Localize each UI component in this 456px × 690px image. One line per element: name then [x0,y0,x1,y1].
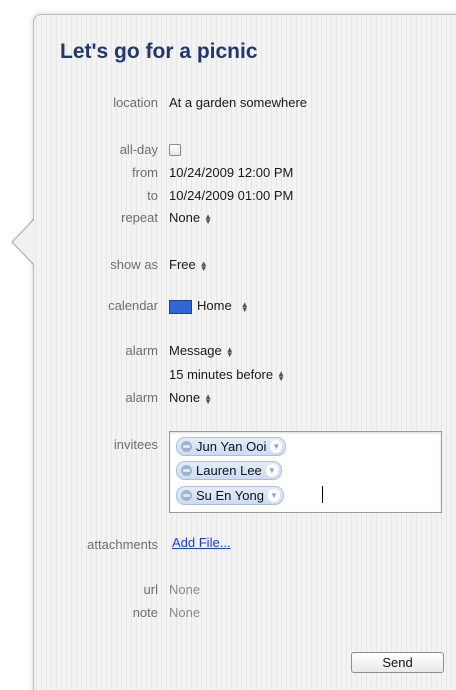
invitees-field[interactable]: Jun Yan Ooi ▼ Lauren Lee ▼ Su En Yong ▼ [169,431,442,513]
up-down-chevron-icon: ▲ ▼ [240,299,249,314]
up-down-chevron-icon: ▲ ▼ [277,368,285,383]
alarm-type-value: Message [169,343,222,358]
event-title[interactable]: Let's go for a picnic [60,40,258,64]
up-down-chevron-icon: ▲ ▼ [204,211,212,226]
calendar-popup[interactable]: Home ▲ ▼ [169,298,249,314]
chevron-down-icon[interactable]: ▼ [267,489,280,502]
all-day-label: all-day [119,142,158,157]
alarm-label: alarm [125,343,158,358]
invitee-name: Jun Yan Ooi [196,439,267,454]
from-label: from [132,165,158,180]
popover-arrow-fill [13,219,35,265]
repeat-value: None [169,210,201,225]
event-popover [33,14,456,690]
alarm-timing-popup[interactable]: 15 minutes before ▲ ▼ [169,367,285,383]
invitees-label: invitees [113,437,158,452]
show-as-popup[interactable]: Free ▲ ▼ [169,257,208,273]
to-datetime[interactable]: 10/24/2009 01:00 PM [169,188,293,203]
person-icon [181,441,192,452]
all-day-checkbox[interactable] [169,144,181,156]
from-datetime[interactable]: 10/24/2009 12:00 PM [169,165,293,180]
invitee-name: Su En Yong [196,488,264,503]
alarm-2-value: None [169,390,201,405]
invitee-name: Lauren Lee [196,463,262,478]
person-icon [181,465,192,476]
url-label: url [143,582,158,597]
alarm-2-popup[interactable]: None ▲ ▼ [169,390,212,406]
up-down-chevron-icon: ▲ ▼ [199,258,208,273]
chevron-down-icon[interactable]: ▼ [265,464,278,477]
calendar-color-swatch [169,299,192,314]
invitee-token[interactable]: Lauren Lee ▼ [176,461,282,480]
show-as-value: Free [169,257,196,272]
chevron-down-icon[interactable]: ▼ [270,440,283,453]
calendar-value: Home [197,298,232,313]
add-file-link[interactable]: Add File... [172,535,231,550]
show-as-label: show as [110,257,158,272]
note-label: note [132,605,158,620]
location-value[interactable]: At a garden somewhere [169,95,307,110]
alarm-type-popup[interactable]: Message ▲ ▼ [169,343,234,359]
invitee-token[interactable]: Jun Yan Ooi ▼ [176,437,287,456]
alarm-timing-value: 15 minutes before [169,367,274,382]
note-value[interactable]: None [169,605,200,620]
calendar-label: calendar [108,298,158,313]
up-down-chevron-icon: ▲ ▼ [225,344,234,359]
person-icon [181,490,192,501]
repeat-label: repeat [121,210,158,225]
invitee-token[interactable]: Su En Yong ▼ [176,486,284,505]
repeat-popup[interactable]: None ▲ ▼ [169,210,212,226]
text-cursor [322,486,323,503]
send-button[interactable]: Send [351,652,444,673]
up-down-chevron-icon: ▲ ▼ [204,391,212,406]
event-editor-window: Let's go for a picnic location At a gard… [0,0,456,690]
to-label: to [147,188,158,203]
location-label: location [113,95,158,110]
alarm-2-label: alarm [125,390,158,405]
attachments-label: attachments [87,537,158,552]
url-value[interactable]: None [169,582,200,597]
